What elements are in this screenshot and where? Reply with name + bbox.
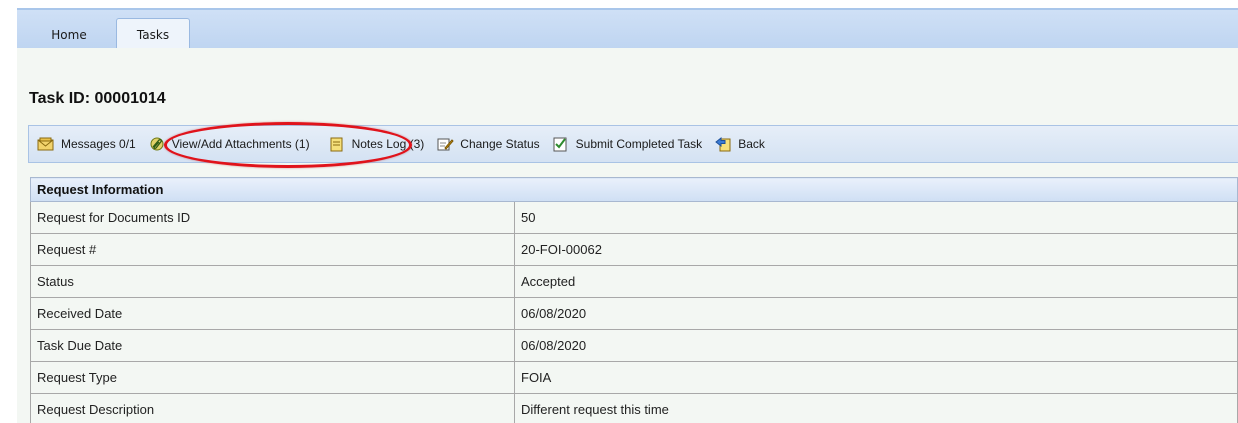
tab-tasks-label: Tasks: [136, 27, 170, 42]
request-info-header: Request Information: [30, 177, 1238, 202]
task-toolbar: Messages 0/1 View/Add Attachments (1) No…: [28, 125, 1238, 163]
top-strip: [17, 0, 1238, 8]
change-status-label: Change Status: [460, 137, 540, 151]
messages-label: Messages 0/1: [61, 137, 136, 151]
row-label: Status: [30, 265, 515, 298]
notes-log-label: Notes Log (3): [351, 137, 425, 151]
change-status-button[interactable]: Change Status: [436, 136, 540, 152]
submit-task-button[interactable]: Submit Completed Task: [552, 136, 703, 152]
envelope-icon: [37, 136, 55, 152]
attachments-label: View/Add Attachments (1): [171, 137, 310, 151]
row-label: Request Description: [30, 393, 515, 423]
submit-task-label: Submit Completed Task: [575, 137, 703, 151]
row-label: Task Due Date: [30, 329, 515, 362]
row-label: Request for Documents ID: [30, 201, 515, 234]
tab-home[interactable]: Home: [34, 18, 104, 50]
row-value: Different request this time: [514, 393, 1238, 423]
table-row: Request # 20-FOI-00062: [30, 233, 1238, 266]
row-value: 06/08/2020: [514, 297, 1238, 330]
attachments-button[interactable]: View/Add Attachments (1): [148, 136, 310, 152]
tab-tasks[interactable]: Tasks: [116, 18, 190, 50]
row-value: 20-FOI-00062: [514, 233, 1238, 266]
table-row: Request Type FOIA: [30, 361, 1238, 394]
row-label: Request #: [30, 233, 515, 266]
table-row: Request Description Different request th…: [30, 393, 1238, 423]
back-button[interactable]: Back: [714, 136, 765, 152]
row-value: 50: [514, 201, 1238, 234]
edit-icon: [436, 136, 454, 152]
notes-icon: [328, 136, 346, 152]
request-info-table: Request Information Request for Document…: [30, 177, 1238, 423]
row-value: FOIA: [514, 361, 1238, 394]
tab-bar: Home Tasks: [17, 8, 1238, 50]
paperclip-icon: [148, 136, 166, 152]
messages-button[interactable]: Messages 0/1: [37, 136, 136, 152]
table-row: Received Date 06/08/2020: [30, 297, 1238, 330]
table-row: Request for Documents ID 50: [30, 201, 1238, 234]
tab-home-label: Home: [51, 27, 87, 42]
back-arrow-icon: [714, 136, 732, 152]
checklist-icon: [552, 136, 570, 152]
row-label: Request Type: [30, 361, 515, 394]
row-value: Accepted: [514, 265, 1238, 298]
table-row: Task Due Date 06/08/2020: [30, 329, 1238, 362]
back-label: Back: [738, 137, 765, 151]
row-label: Received Date: [30, 297, 515, 330]
row-value: 06/08/2020: [514, 329, 1238, 362]
page-title: Task ID: 00001014: [29, 90, 166, 107]
notes-log-button[interactable]: Notes Log (3): [328, 136, 425, 152]
table-row: Status Accepted: [30, 265, 1238, 298]
table-header-row: Request Information: [30, 177, 1238, 202]
